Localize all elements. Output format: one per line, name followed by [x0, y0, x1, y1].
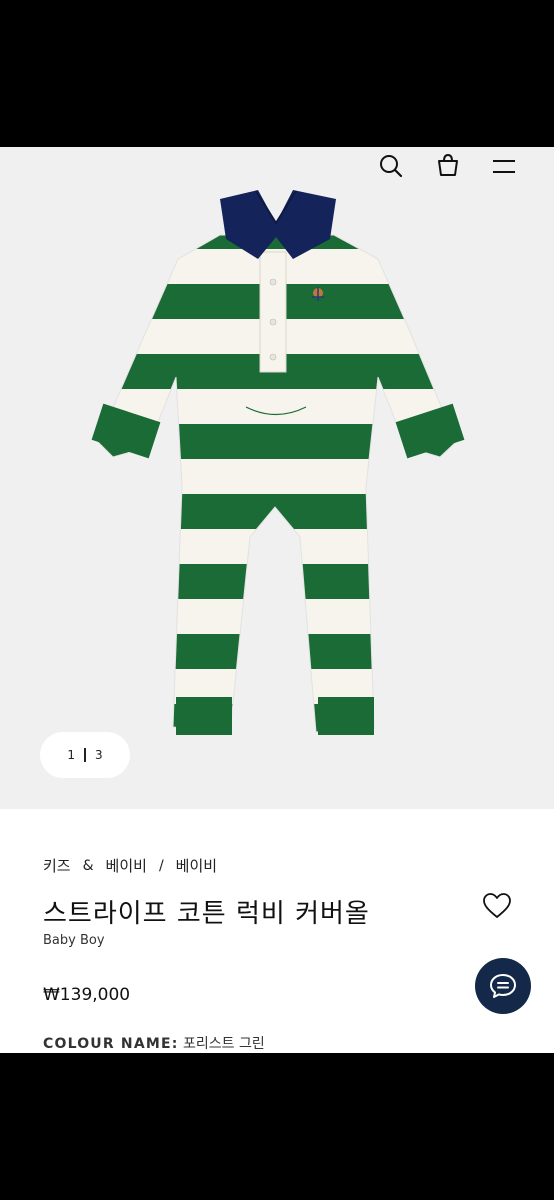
- product-price: ₩139,000: [43, 985, 131, 1005]
- chat-icon: [490, 974, 516, 998]
- breadcrumb-ampersand: &: [82, 857, 94, 874]
- product-image: [91, 190, 465, 735]
- breadcrumb-kids[interactable]: 키즈: [43, 855, 71, 876]
- product-title: 스트라이프 코튼 럭비 커버올: [43, 899, 370, 929]
- search-icon[interactable]: [373, 148, 409, 184]
- image-counter: 1 3: [40, 732, 130, 778]
- breadcrumb-separator: /: [158, 857, 164, 874]
- colour-name: COLOUR NAME: 포리스트 그린: [43, 1033, 265, 1053]
- product-page: 1 3 키즈 & 베이비 / 베이비 스트라이프 코튼 럭비 커버올 Baby …: [0, 147, 554, 1053]
- colour-name-value: 포리스트 그린: [183, 1036, 265, 1052]
- image-counter-current: 1: [67, 748, 75, 762]
- image-counter-divider: [84, 748, 86, 762]
- menu-icon[interactable]: [486, 148, 522, 184]
- image-counter-total: 3: [95, 748, 103, 762]
- heart-icon[interactable]: [482, 891, 512, 921]
- product-info: 키즈 & 베이비 / 베이비 스트라이프 코튼 럭비 커버올 Baby Boy …: [0, 809, 554, 1053]
- colour-name-label: COLOUR NAME:: [43, 1036, 179, 1052]
- chat-button[interactable]: [475, 958, 531, 1014]
- breadcrumb-baby-1[interactable]: 베이비: [106, 855, 147, 876]
- breadcrumb: 키즈 & 베이비 / 베이비: [43, 855, 217, 876]
- product-image-gallery[interactable]: 1 3: [0, 147, 554, 809]
- product-subtitle: Baby Boy: [43, 933, 105, 948]
- breadcrumb-baby-2[interactable]: 베이비: [176, 855, 217, 876]
- shopping-bag-icon[interactable]: [430, 148, 466, 184]
